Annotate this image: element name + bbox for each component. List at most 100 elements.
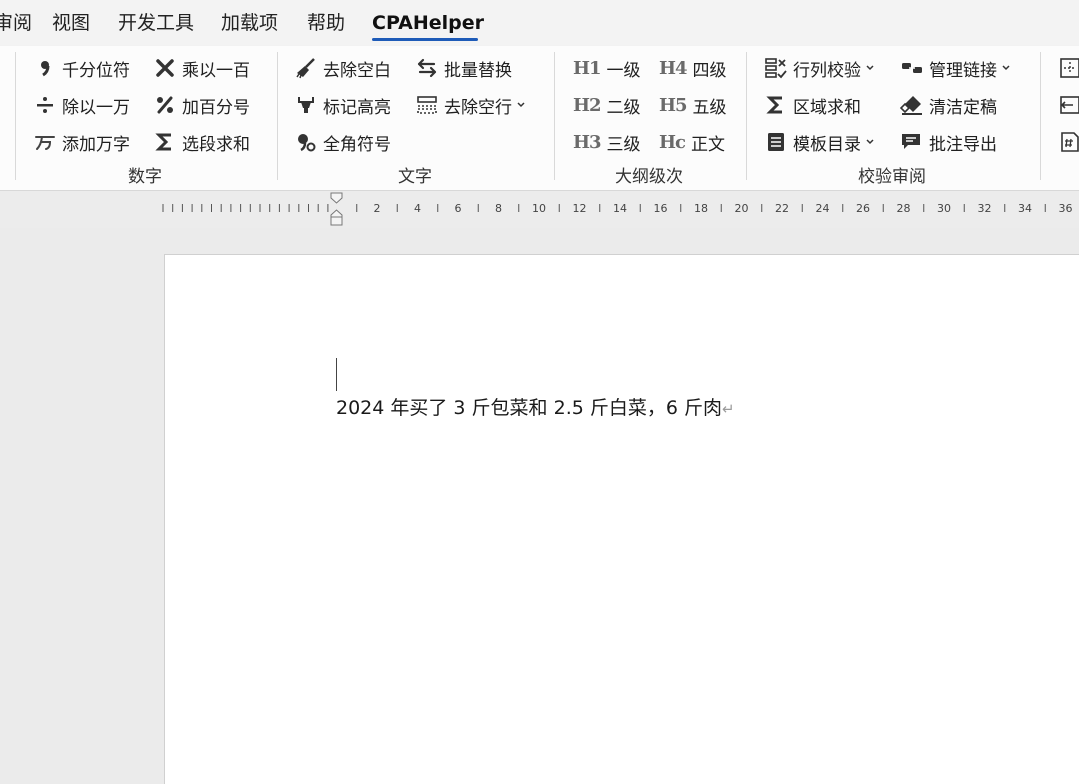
- multiply-icon: [153, 56, 177, 80]
- chevron-down-icon: [1000, 62, 1012, 74]
- chevron-down-icon: [515, 99, 527, 111]
- left-indent-marker[interactable]: [330, 216, 343, 226]
- next-group-button-2[interactable]: [1058, 91, 1079, 119]
- export-comments-label: 批注导出: [929, 134, 997, 155]
- table-arrow-icon: [1058, 93, 1079, 117]
- document-paragraph[interactable]: 2024 年买了 3 斤包菜和 2.5 斤白菜，6 斤肉↵: [336, 394, 735, 423]
- export-comments-button[interactable]: 批注导出: [900, 128, 997, 156]
- divide-icon: [33, 93, 57, 117]
- add-wan-label: 添加万字: [62, 134, 130, 155]
- group-separator: [746, 52, 747, 180]
- group-label-outline: 大纲级次: [615, 167, 683, 187]
- full-width-symbols-button[interactable]: 全角符号: [294, 128, 391, 156]
- group-label-number: 数字: [128, 167, 162, 187]
- body-text-icon: Hc: [659, 131, 686, 153]
- row-column-check-button[interactable]: 行列校验: [764, 54, 876, 82]
- group-separator: [15, 52, 16, 180]
- tab-addins[interactable]: 加载项: [221, 9, 278, 37]
- remove-spaces-button[interactable]: 去除空白: [294, 54, 391, 82]
- add-percent-label: 加百分号: [182, 97, 250, 118]
- tab-cpahelper[interactable]: CPAHelper: [372, 9, 484, 37]
- horizontal-ruler[interactable]: 2 4 6 8 10 12 14 16 18 20 22 24 26 28 30 32 34 36: [0, 191, 1079, 228]
- heading-4-icon: H4: [659, 57, 688, 79]
- sigma-icon: [153, 130, 177, 154]
- clean-final-button[interactable]: 清洁定稿: [900, 91, 997, 119]
- swap-arrows-icon: [415, 56, 439, 80]
- blank-lines-icon: [415, 93, 439, 117]
- batch-replace-button[interactable]: 批量替换: [415, 54, 512, 82]
- clean-final-label: 清洁定稿: [929, 97, 997, 118]
- group-separator: [277, 52, 278, 180]
- group-separator: [554, 52, 555, 180]
- link-chain-icon: [900, 56, 924, 80]
- heading-1-icon: H1: [573, 57, 602, 79]
- remove-blank-lines-label: 去除空行: [444, 97, 512, 118]
- remove-blank-lines-button[interactable]: 去除空行: [415, 91, 527, 119]
- hanging-indent-marker[interactable]: [330, 209, 343, 218]
- sum-selection-button[interactable]: 选段求和: [153, 128, 250, 156]
- divide-tenthousand-button[interactable]: 除以一万: [33, 91, 130, 119]
- document-page[interactable]: [164, 254, 1079, 784]
- thousand-separator-button[interactable]: 千分位符: [33, 54, 130, 82]
- heading-level-3-button[interactable]: H3 三级: [573, 128, 641, 156]
- sigma-icon: [764, 93, 788, 117]
- full-width-symbols-label: 全角符号: [323, 134, 391, 155]
- manage-links-button[interactable]: 管理链接: [900, 54, 1012, 82]
- tab-view[interactable]: 视图: [52, 9, 90, 37]
- check-list-icon: [764, 56, 788, 80]
- tab-review[interactable]: 审阅: [0, 9, 32, 37]
- active-tab-indicator: [372, 38, 478, 41]
- next-group-button-1[interactable]: [1058, 54, 1079, 82]
- ruler-number: 8: [495, 202, 502, 215]
- numbered-page-icon: [1058, 130, 1079, 154]
- ruler-number: 20: [735, 202, 749, 215]
- next-group-button-3[interactable]: [1058, 128, 1079, 156]
- ruler-number: 36: [1059, 202, 1073, 215]
- chevron-down-icon: [864, 136, 876, 148]
- thousand-separator-label: 千分位符: [62, 60, 130, 81]
- ruler-number: 32: [978, 202, 992, 215]
- ribbon-tab-bar: 审阅 视图 开发工具 加载项 帮助 CPAHelper: [0, 0, 1079, 46]
- table-grid-icon: [1058, 56, 1079, 80]
- mark-highlight-label: 标记高亮: [323, 97, 391, 118]
- template-toc-button[interactable]: 模板目录: [764, 128, 876, 156]
- ruler-number: 28: [897, 202, 911, 215]
- region-sum-label: 区域求和: [793, 97, 861, 118]
- first-line-indent-marker[interactable]: [330, 192, 343, 204]
- ruler-number: 24: [816, 202, 830, 215]
- multiply-hundred-button[interactable]: 乘以一百: [153, 54, 250, 82]
- add-wan-button[interactable]: 添加万字: [33, 128, 130, 156]
- remove-spaces-label: 去除空白: [323, 60, 391, 81]
- heading-level-2-button[interactable]: H2 二级: [573, 91, 641, 119]
- percent-icon: [153, 93, 177, 117]
- manage-links-label: 管理链接: [929, 60, 997, 81]
- row-column-check-label: 行列校验: [793, 60, 861, 81]
- region-sum-button[interactable]: 区域求和: [764, 91, 861, 119]
- body-text-label: 正文: [690, 134, 725, 155]
- add-percent-button[interactable]: 加百分号: [153, 91, 250, 119]
- heading-level-4-label: 四级: [692, 60, 727, 81]
- paragraph-text: 2024 年买了 3 斤包菜和 2.5 斤白菜，6 斤肉: [336, 397, 722, 419]
- document-list-icon: [764, 130, 788, 154]
- heading-3-icon: H3: [573, 131, 602, 153]
- ruler-scale: 2 4 6 8 10 12 14 16 18 20 22 24 26 28 30 32 34 36: [162, 192, 1073, 226]
- multiply-hundred-label: 乘以一百: [182, 60, 250, 81]
- ruler-number: 26: [856, 202, 870, 215]
- comma-icon: [33, 56, 57, 80]
- template-toc-label: 模板目录: [793, 134, 861, 155]
- ruler-number: 22: [775, 202, 789, 215]
- ribbon: 千分位符 乘以一百 除以一万 加百分号 添加万字 选段求和 数字 去除空白 批量…: [0, 46, 1079, 191]
- heading-level-1-button[interactable]: H1 一级: [573, 54, 641, 82]
- heading-level-3-label: 三级: [606, 134, 641, 155]
- heading-level-4-button[interactable]: H4 四级: [659, 54, 727, 82]
- body-text-button[interactable]: Hc 正文: [659, 128, 725, 156]
- mark-highlight-button[interactable]: 标记高亮: [294, 91, 391, 119]
- tab-help[interactable]: 帮助: [307, 9, 345, 37]
- ruler-number: 4: [414, 202, 421, 215]
- tab-developer[interactable]: 开发工具: [118, 9, 194, 37]
- heading-level-5-button[interactable]: H5 五级: [659, 91, 727, 119]
- ruler-number: 16: [654, 202, 668, 215]
- batch-replace-label: 批量替换: [444, 60, 512, 81]
- eraser-icon: [900, 93, 924, 117]
- divide-tenthousand-label: 除以一万: [62, 97, 130, 118]
